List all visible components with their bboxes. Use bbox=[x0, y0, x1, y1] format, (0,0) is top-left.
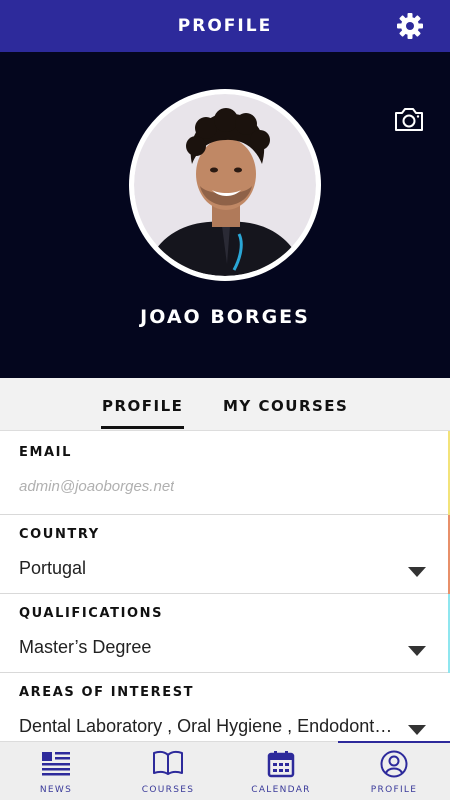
nav-label: CALENDAR bbox=[251, 785, 311, 795]
email-label: EMAIL bbox=[19, 445, 72, 460]
user-circle-icon bbox=[380, 750, 408, 778]
nav-item-profile[interactable]: PROFILE bbox=[338, 742, 450, 800]
country-section: COUNTRY Portugal bbox=[0, 515, 450, 594]
qualifications-section: QUALIFICATIONS Master’s Degree bbox=[0, 594, 450, 673]
profile-name: JOAO BORGES bbox=[140, 306, 310, 328]
nav-item-courses[interactable]: COURSES bbox=[112, 742, 224, 800]
nav-label: NEWS bbox=[39, 785, 73, 795]
gear-icon[interactable] bbox=[396, 12, 424, 40]
interests-section: AREAS OF INTEREST Dental Laboratory , Or… bbox=[0, 673, 450, 741]
top-app-bar: PROFILE bbox=[0, 0, 450, 52]
qualifications-select[interactable]: Master’s Degree bbox=[19, 637, 151, 658]
book-icon bbox=[153, 750, 183, 775]
camera-icon[interactable] bbox=[393, 105, 425, 133]
nav-label: PROFILE bbox=[370, 785, 418, 795]
email-section: EMAIL admin@joaoborges.net bbox=[0, 431, 450, 515]
calendar-icon bbox=[267, 751, 295, 778]
chevron-down-icon[interactable] bbox=[408, 725, 426, 735]
active-tab-indicator bbox=[101, 426, 184, 429]
bottom-navigation: NEWS COURSES CALENDAR PROFILE bbox=[0, 741, 450, 800]
interests-select[interactable]: Dental Laboratory , Oral Hygiene , Endod… bbox=[19, 716, 404, 737]
qualifications-label: QUALIFICATIONS bbox=[19, 606, 164, 621]
email-field[interactable]: admin@joaoborges.net bbox=[19, 478, 174, 495]
news-icon bbox=[42, 752, 70, 776]
interests-label: AREAS OF INTEREST bbox=[19, 685, 195, 700]
tab-my-courses[interactable]: MY COURSES bbox=[223, 397, 348, 415]
nav-item-calendar[interactable]: CALENDAR bbox=[225, 742, 337, 800]
avatar[interactable] bbox=[129, 89, 321, 281]
profile-photo bbox=[134, 94, 316, 276]
tab-profile[interactable]: PROFILE bbox=[102, 397, 183, 415]
country-label: COUNTRY bbox=[19, 527, 100, 542]
country-select[interactable]: Portugal bbox=[19, 558, 86, 579]
profile-header: JOAO BORGES bbox=[0, 52, 450, 378]
profile-tabs: PROFILE MY COURSES bbox=[0, 378, 450, 431]
chevron-down-icon[interactable] bbox=[408, 567, 426, 577]
page-title: PROFILE bbox=[177, 16, 273, 36]
nav-label: COURSES bbox=[141, 785, 195, 795]
nav-item-news[interactable]: NEWS bbox=[0, 742, 112, 800]
chevron-down-icon[interactable] bbox=[408, 646, 426, 656]
